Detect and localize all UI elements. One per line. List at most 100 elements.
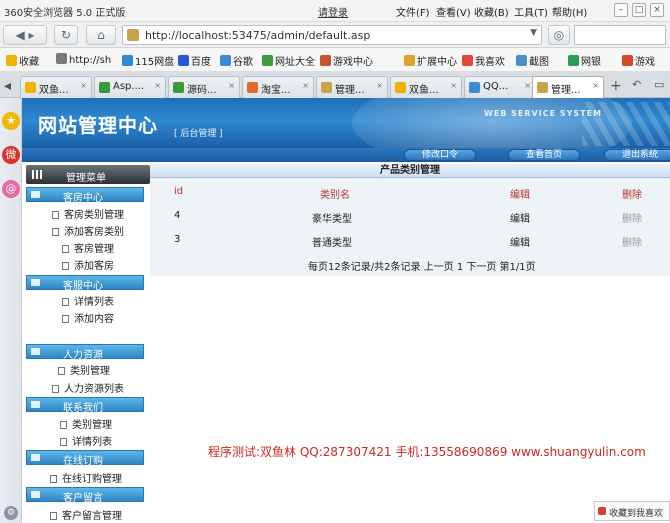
menu-help[interactable]: 帮助(H) — [552, 4, 587, 19]
edit-link[interactable]: 编辑 — [510, 234, 530, 249]
close-tab-icon[interactable]: × — [154, 81, 161, 90]
footer-note: 程序测试:双鱼林 QQ:287307421 手机:13558690869 www… — [208, 445, 646, 459]
close-tab-icon[interactable]: × — [450, 81, 457, 90]
view-home-button[interactable]: 查看首页 — [508, 149, 580, 161]
menu-header: 管理菜单 — [26, 165, 150, 184]
document-icon — [52, 385, 59, 393]
section-guest-rooms[interactable]: 客房中心 — [26, 187, 144, 204]
maximize-icon[interactable]: □ — [632, 3, 646, 17]
column-header-delete: 删除 — [622, 190, 642, 201]
close-tab-icon[interactable]: × — [376, 81, 383, 90]
fav-link[interactable]: 游戏 — [622, 53, 655, 68]
folder-icon — [31, 491, 40, 498]
back-icon[interactable]: ◀ ▸ — [3, 25, 47, 45]
edit-link[interactable]: 编辑 — [510, 210, 530, 225]
change-password-button[interactable]: 修改口令 — [404, 149, 476, 161]
close-tab-icon[interactable]: × — [592, 81, 599, 90]
section-online-orders[interactable]: 在线订购 — [26, 450, 144, 467]
section-contact-us[interactable]: 联系我们 — [26, 397, 144, 414]
menu-item[interactable]: 客户留言管理 — [50, 507, 122, 522]
admin-page: 网站管理中心 [ 后台管理 ] WEB SERVICE SYSTEM 修改口令 … — [22, 98, 670, 523]
menu-item[interactable]: 详情列表 — [62, 293, 114, 308]
star-icon[interactable]: ★ — [2, 112, 20, 130]
document-icon — [52, 211, 59, 219]
fav-link[interactable]: 我喜欢 — [462, 53, 505, 68]
menu-item[interactable]: 添加内容 — [62, 310, 114, 325]
fav-link[interactable]: 网银 — [568, 53, 601, 68]
section-guest-messages[interactable]: 客户留言 — [26, 487, 144, 504]
close-tab-icon[interactable]: × — [302, 81, 309, 90]
google-icon — [220, 55, 231, 66]
tab[interactable]: 源码... × — [168, 76, 240, 98]
weibo-icon[interactable]: 微 — [2, 146, 20, 164]
logout-button[interactable]: 退出系统 — [604, 149, 670, 161]
section-human-resources[interactable]: 人力资源 — [26, 344, 144, 361]
refresh-icon[interactable]: ↻ — [54, 25, 78, 45]
settings-icon[interactable]: ⚙ — [4, 506, 18, 520]
tab-menu-icon[interactable]: ◂ — [4, 78, 11, 94]
tab[interactable]: 双鱼... × — [20, 76, 92, 98]
menu-item[interactable]: 人力资源列表 — [52, 380, 124, 395]
fav-link[interactable]: 谷歌 — [220, 53, 253, 68]
folder-icon — [31, 454, 40, 461]
tab-active[interactable]: 管理... × — [532, 76, 604, 98]
menu-item[interactable]: 类别管理 — [60, 416, 112, 431]
menu-item[interactable]: 客房管理 — [62, 240, 114, 255]
fav-link[interactable]: http://sh — [56, 53, 111, 66]
menu-item[interactable]: 在线订购管理 — [50, 470, 122, 485]
menu-item[interactable]: 添加客房 — [62, 257, 114, 272]
add-to-favorites-button[interactable]: 收藏到我喜欢 — [594, 501, 670, 521]
tab[interactable]: Asp.... × — [94, 76, 166, 98]
menu-file[interactable]: 文件(F) — [396, 4, 430, 19]
table-cell-name: 普通类型 — [312, 238, 352, 249]
delete-link[interactable]: 删除 — [622, 210, 642, 225]
close-tab-icon[interactable]: × — [228, 81, 235, 90]
menu-item[interactable]: 类别管理 — [58, 362, 110, 377]
document-icon — [62, 298, 69, 306]
search-input[interactable] — [574, 25, 666, 45]
tab[interactable]: QQ... × — [464, 76, 536, 98]
scissors-icon — [516, 55, 527, 66]
fav-link[interactable]: 游戏中心 — [320, 53, 373, 68]
tab[interactable]: 淘宝... × — [242, 76, 314, 98]
menu-view[interactable]: 查看(V) — [436, 4, 471, 19]
category-table: id 类别名 编辑 删除 4 豪华类型 编辑 删除 3 普通类型 编辑 删除 每… — [150, 178, 670, 276]
at-icon[interactable]: @ — [2, 180, 20, 198]
shield-icon[interactable]: ◎ — [548, 25, 570, 45]
login-link[interactable]: 请登录 — [318, 4, 348, 19]
document-icon — [60, 421, 67, 429]
fav-link[interactable]: 扩展中心 — [404, 53, 457, 68]
document-icon — [62, 245, 69, 253]
menu-item[interactable]: 添加客房类别 — [52, 223, 124, 238]
tab[interactable]: 管理... × — [316, 76, 388, 98]
tab[interactable]: 双鱼... × — [390, 76, 462, 98]
pagination[interactable]: 每页12条记录/共2条记录 上一页 1 下一页 第1/1页 — [308, 258, 536, 273]
trash-icon[interactable]: ▭ — [654, 78, 664, 91]
close-icon[interactable]: × — [650, 3, 664, 17]
site-banner: 网站管理中心 [ 后台管理 ] WEB SERVICE SYSTEM — [22, 98, 670, 148]
fav-link[interactable]: 百度 — [178, 53, 211, 68]
menu-item[interactable]: 详情列表 — [60, 433, 112, 448]
home-icon[interactable]: ⌂ — [86, 25, 116, 45]
url-input[interactable]: http://localhost:53475/admin/default.asp… — [122, 25, 542, 45]
section-customer-service[interactable]: 客服中心 — [26, 275, 144, 292]
new-tab-icon[interactable]: + — [610, 78, 622, 94]
close-tab-icon[interactable]: × — [524, 81, 531, 90]
close-tab-icon[interactable]: × — [80, 81, 87, 90]
fav-star[interactable]: 收藏 — [6, 53, 39, 68]
delete-link[interactable]: 删除 — [622, 234, 642, 249]
fav-link[interactable]: 截图 — [516, 53, 549, 68]
chevron-down-icon[interactable]: ▼ — [530, 28, 537, 38]
fav-link[interactable]: 网址大全 — [262, 53, 315, 68]
menu-favorites[interactable]: 收藏(B) — [474, 4, 509, 19]
site-title: 网站管理中心 — [38, 115, 159, 137]
globe-icon — [262, 55, 273, 66]
menu-tools[interactable]: 工具(T) — [514, 4, 548, 19]
game-icon — [622, 55, 633, 66]
restore-tab-icon[interactable]: ↶ — [632, 78, 641, 91]
minimize-icon[interactable]: – — [614, 3, 628, 17]
column-header-id: id — [174, 186, 184, 197]
menu-item[interactable]: 客房类别管理 — [52, 206, 124, 221]
fav-link[interactable]: 115网盘 — [122, 53, 174, 68]
document-icon — [60, 438, 67, 446]
